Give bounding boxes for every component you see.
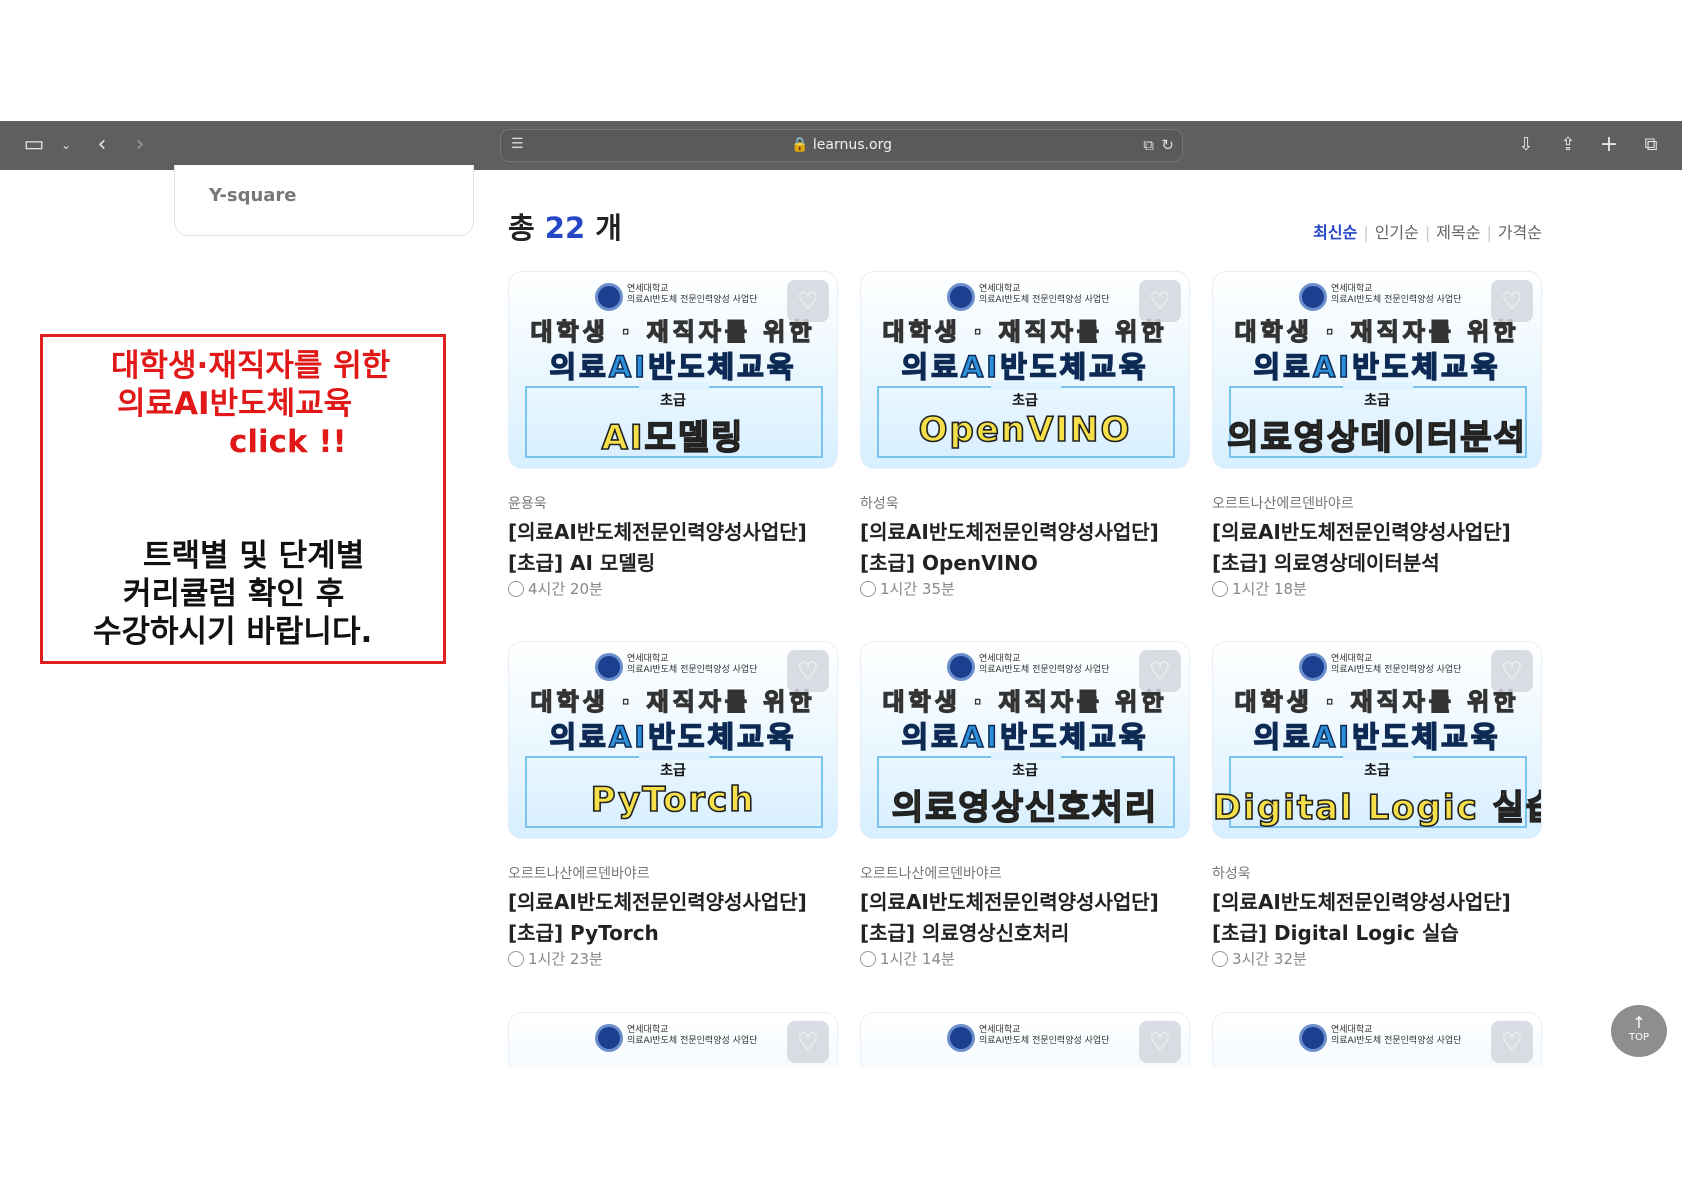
clock-icon [860,581,876,597]
level-label: 초급 [1012,763,1038,779]
course-duration: 4시간 20분 [508,578,603,599]
heart-icon[interactable]: ♡ [1491,1021,1533,1063]
clock-icon [508,951,524,967]
course-instructor: 하성욱 [860,496,899,512]
course-duration: 1시간 23분 [508,948,603,969]
course-card[interactable]: 연세대학교 의료AI반도체 전문인력양성 사업단 대학생 · 재직자를 위한 의… [508,641,838,968]
course-card[interactable]: 연세대학교 의료AI반도체 전문인력양성 사업단 대학생 · 재직자를 위한 의… [1212,641,1542,968]
heart-icon[interactable]: ♡ [1491,650,1533,692]
course-thumbnail[interactable]: 연세대학교 의료AI반도체 전문인력양성 사업단 대학생 · 재직자를 위한 의… [860,641,1190,839]
course-thumbnail[interactable]: 연세대학교 의료AI반도체 전문인력양성 사업단 대학생 · 재직자를 위한 의… [1212,271,1542,469]
course-card[interactable]: 연세대학교 의료AI반도체 전문인력양성 사업단 대학생 · 재직자를 위한 의… [1212,271,1542,598]
course-thumbnail[interactable]: 연세대학교 의료AI반도체 전문인력양성 사업단 대학생 · 재직자를 위한 의… [860,271,1190,469]
heart-icon[interactable]: ♡ [1139,650,1181,692]
course-count: 총 22 개 [508,211,622,245]
course-thumbnail[interactable]: 연세대학교 의료AI반도체 전문인력양성 사업단 대학생 · 재직자를 위한 의… [508,641,838,839]
level-label: 초급 [660,763,686,779]
course-duration: 1시간 35분 [860,578,955,599]
university-logo [595,1024,623,1052]
course-thumbnail[interactable]: 연세대학교 의료AI반도체 전문인력양성 사업단 대학생 · 재직자를 위한 의… [508,271,838,469]
clock-icon [1212,951,1228,967]
course-card[interactable]: 연세대학교 의료AI반도체 전문인력양성 사업단 대학생 · 재직자를 위한 의… [508,271,838,598]
chevron-down-icon[interactable]: ⌄ [52,131,80,159]
sort-latest[interactable]: 최신순 [1313,223,1357,242]
course-title[interactable]: [의료AI반도체전문인력양성사업단] [초급] 의료영상신호처리 [860,887,1159,949]
university-logo [1299,283,1327,311]
tabs-overview-icon[interactable]: ⧉ [1143,136,1154,156]
course-card[interactable]: 연세대학교 의료AI반도체 전문인력양성 사업단 대학생 · 재직자를 위한 의… [860,271,1190,598]
course-instructor: 하성욱 [1212,866,1251,882]
course-subject: Digital Logic 실습 [1213,787,1542,829]
course-title[interactable]: [의료AI반도체전문인력양성사업단] [초급] PyTorch [508,887,807,949]
address-bar[interactable]: ☰ 🔒 learnus.org ⧉ ↻ [500,129,1183,162]
course-title[interactable]: [의료AI반도체전문인력양성사업단] [초급] OpenVINO [860,517,1159,579]
bottom-blank [0,1067,1682,1190]
university-logo [1299,1024,1327,1052]
arrow-up-icon: ↑ [1632,1013,1646,1032]
course-title[interactable]: [의료AI반도체전문인력양성사업단] [초급] Digital Logic 실습 [1212,887,1511,949]
url-text: learnus.org [812,137,892,153]
university-logo [947,283,975,311]
callout-box[interactable]: 대학생·재직자를 위한 의료AI반도체교육 click !! 트랙별 및 단계별… [40,334,446,664]
new-tab-icon[interactable]: + [1595,131,1623,159]
course-duration: 3시간 32분 [1212,948,1307,969]
sidebar-card[interactable]: Y-square [174,165,474,236]
share-icon[interactable]: ⇪ [1554,131,1582,159]
clock-icon [860,951,876,967]
sort-title[interactable]: 제목순 [1436,223,1480,242]
course-instructor: 윤용욱 [508,496,547,512]
forward-icon[interactable]: › [126,131,154,159]
course-subject: 의료영상신호처리 [891,787,1159,829]
university-logo [947,1024,975,1052]
heart-icon[interactable]: ♡ [787,650,829,692]
university-logo [595,653,623,681]
clock-icon [508,581,524,597]
course-title[interactable]: [의료AI반도체전문인력양성사업단] [초급] 의료영상데이터분석 [1212,517,1511,579]
heart-icon[interactable]: ♡ [787,1021,829,1063]
course-duration: 1시간 18분 [1212,578,1307,599]
heart-icon[interactable]: ♡ [1139,280,1181,322]
course-subject: PyTorch [590,779,756,821]
download-icon[interactable]: ⇩ [1512,131,1540,159]
page: ▭ ⌄ ‹ › ☰ 🔒 learnus.org ⧉ ↻ ⇩ ⇪ + ⧉ Y-sq… [0,0,1682,1190]
clock-icon [1212,581,1228,597]
course-subject: AI모델링 [601,417,745,459]
lock-icon: 🔒 [791,137,809,153]
heart-icon[interactable]: ♡ [1139,1021,1181,1063]
course-title[interactable]: [의료AI반도체전문인력양성사업단] [초급] AI 모델링 [508,517,807,579]
level-label: 초급 [660,393,686,409]
heart-icon[interactable]: ♡ [1491,280,1533,322]
reload-icon[interactable]: ↻ [1161,136,1174,156]
back-icon[interactable]: ‹ [88,131,116,159]
sort-price[interactable]: 가격순 [1498,223,1542,242]
tab-overview-icon[interactable]: ⧉ [1637,131,1665,159]
course-thumbnail[interactable]: 연세대학교 의료AI반도체 전문인력양성 사업단 대학생 · 재직자를 위한 의… [1212,641,1542,839]
sort-popular[interactable]: 인기순 [1375,223,1419,242]
course-card[interactable]: 연세대학교 의료AI반도체 전문인력양성 사업단 대학생 · 재직자를 위한 의… [860,641,1190,968]
university-logo [595,283,623,311]
university-logo [1299,653,1327,681]
scroll-top-button[interactable]: ↑ TOP [1611,1005,1667,1057]
level-label: 초급 [1012,393,1038,409]
browser-toolbar: ▭ ⌄ ‹ › ☰ 🔒 learnus.org ⧉ ↻ ⇩ ⇪ + ⧉ [0,121,1682,170]
course-instructor: 오르트나산에르덴바야르 [508,866,650,882]
level-label: 초급 [1364,763,1390,779]
count-number: 22 [544,211,586,245]
course-subject: 의료영상데이터분석 [1226,417,1527,459]
course-instructor: 오르트나산에르덴바야르 [1212,496,1354,512]
level-label: 초급 [1364,393,1390,409]
course-duration: 1시간 14분 [860,948,955,969]
university-logo [947,653,975,681]
course-instructor: 오르트나산에르덴바야르 [860,866,1002,882]
sort-options: 최신순 | 인기순 | 제목순 | 가격순 [1313,223,1542,242]
heart-icon[interactable]: ♡ [787,280,829,322]
sidebar-toggle-icon[interactable]: ▭ [20,131,48,159]
sidebar-card-label: Y-square [209,185,297,206]
course-subject: OpenVINO [918,409,1132,451]
